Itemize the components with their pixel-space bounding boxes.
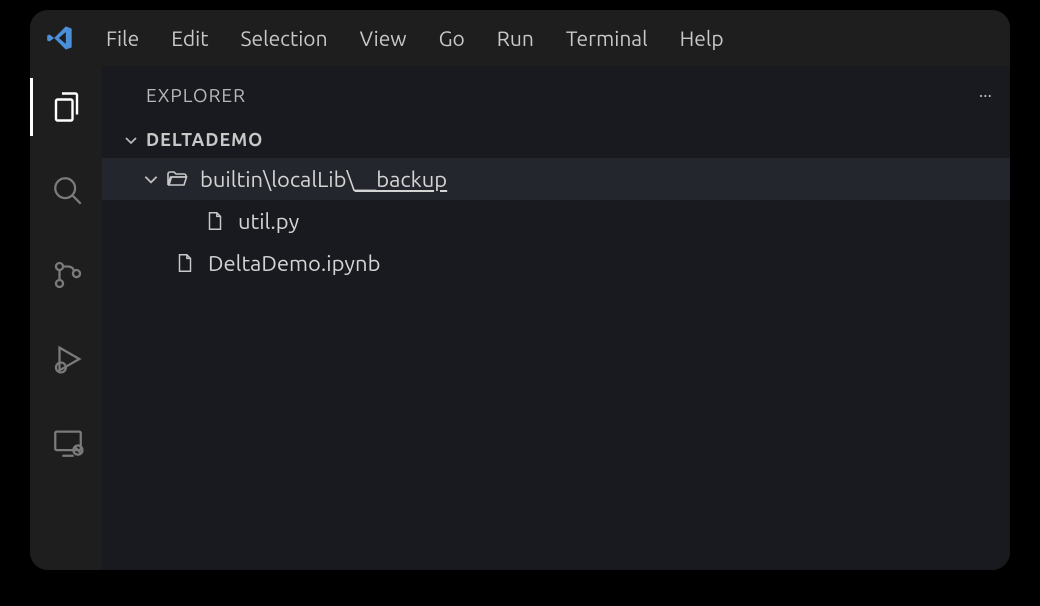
file-name: util.py: [238, 209, 299, 234]
folder-open-icon: [164, 166, 190, 192]
folder-row[interactable]: builtin\localLib\__backup: [102, 158, 1010, 200]
source-control-icon[interactable]: [49, 256, 87, 294]
folder-path: builtin\localLib\__backup: [200, 167, 447, 192]
file-icon: [172, 250, 198, 276]
search-icon[interactable]: [49, 172, 87, 210]
workspace-header[interactable]: DELTADEMO: [102, 124, 1010, 156]
more-icon[interactable]: ···: [979, 85, 992, 105]
explorer-panel: EXPLORER ··· DELTADEMO: [102, 66, 1010, 570]
menu-terminal[interactable]: Terminal: [550, 22, 664, 54]
run-debug-icon[interactable]: [49, 340, 87, 378]
workspace-name: DELTADEMO: [146, 130, 263, 150]
menu-selection[interactable]: Selection: [224, 22, 343, 54]
file-row[interactable]: DeltaDemo.ipynb: [102, 242, 1010, 284]
menu-run[interactable]: Run: [481, 22, 550, 54]
explorer-header: EXPLORER ···: [102, 66, 1010, 124]
explorer-icon[interactable]: [49, 88, 87, 126]
menu-go[interactable]: Go: [423, 22, 481, 54]
chevron-down-icon: [122, 131, 140, 149]
menu-help[interactable]: Help: [664, 22, 740, 54]
main-body: EXPLORER ··· DELTADEMO: [30, 66, 1010, 570]
chevron-down-icon: [142, 170, 160, 188]
titlebar: File Edit Selection View Go Run Terminal…: [30, 10, 1010, 66]
vscode-logo-icon: [44, 22, 76, 54]
remote-icon[interactable]: [49, 424, 87, 462]
menu-edit[interactable]: Edit: [155, 22, 224, 54]
vscode-window: File Edit Selection View Go Run Terminal…: [30, 10, 1010, 570]
activity-bar: [30, 66, 102, 570]
file-name: DeltaDemo.ipynb: [208, 251, 380, 276]
menu-file[interactable]: File: [90, 22, 155, 54]
file-row[interactable]: util.py: [102, 200, 1010, 242]
explorer-title: EXPLORER: [146, 84, 246, 106]
menu-view[interactable]: View: [344, 22, 423, 54]
file-tree: builtin\localLib\__backup util.py: [102, 156, 1010, 284]
file-icon: [202, 208, 228, 234]
